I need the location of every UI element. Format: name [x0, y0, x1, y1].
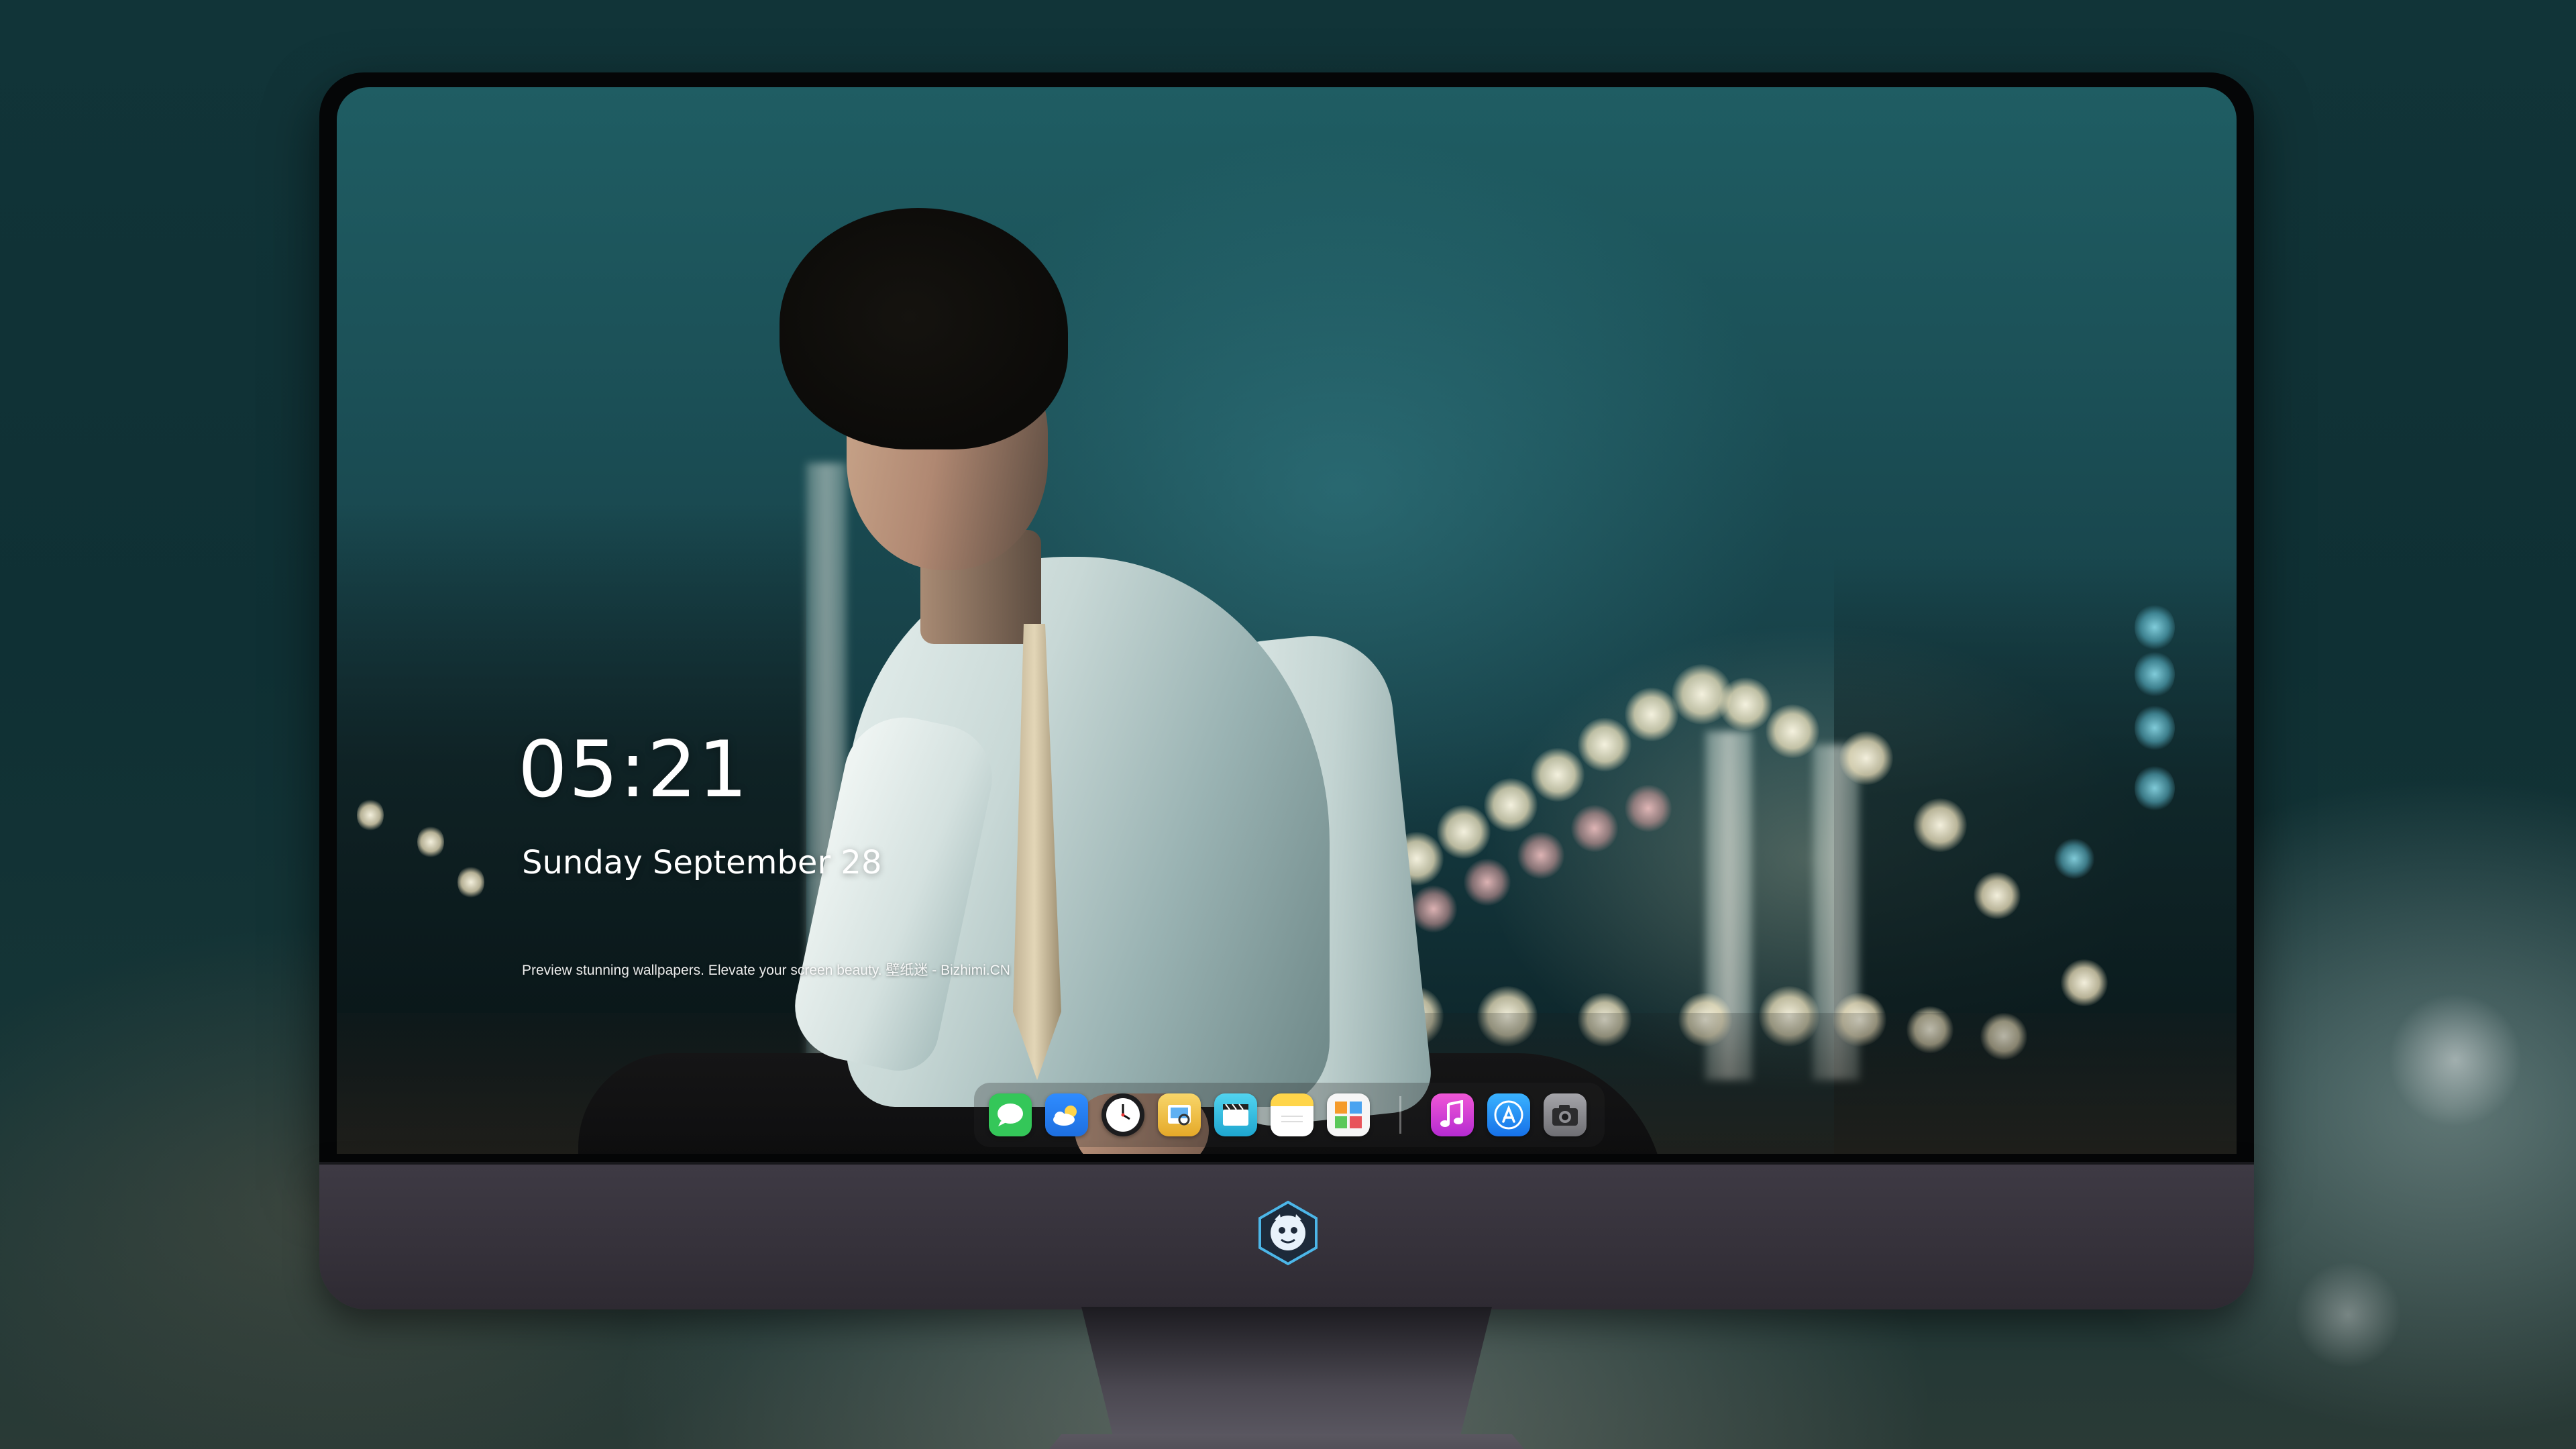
lockscreen-time: 05:21 — [518, 724, 749, 815]
mascot-logo-icon — [1254, 1199, 1322, 1267]
wallpaper-caption: Preview stunning wallpapers. Elevate you… — [522, 963, 1010, 978]
weather-icon[interactable] — [1045, 1093, 1088, 1136]
clock-icon[interactable] — [1102, 1093, 1144, 1136]
notes-icon[interactable] — [1271, 1093, 1313, 1136]
video-editor-icon[interactable] — [1214, 1093, 1257, 1136]
app-store-icon[interactable] — [1487, 1093, 1530, 1136]
wallpaper-person — [337, 87, 2237, 1154]
music-icon[interactable] — [1431, 1093, 1474, 1136]
background-bokeh — [2388, 993, 2522, 1127]
lock-screen[interactable]: 05:21 Sunday September 28 Preview stunni… — [337, 87, 2237, 1154]
monitor-stand — [1081, 1307, 1492, 1441]
preview-icon[interactable] — [1158, 1093, 1201, 1136]
background-bokeh — [2294, 1261, 2402, 1368]
photo-gallery-icon[interactable] — [1327, 1093, 1370, 1136]
monitor-stand-base — [990, 1434, 1583, 1449]
desktop-background: 05:21 Sunday September 28 Preview stunni… — [0, 0, 2576, 1449]
dock-separator — [1399, 1096, 1401, 1134]
imac-monitor: 05:21 Sunday September 28 Preview stunni… — [319, 72, 2254, 1449]
dock — [974, 1083, 1605, 1147]
messages-icon[interactable] — [989, 1093, 1032, 1136]
camera-icon[interactable] — [1544, 1093, 1587, 1136]
person-hair — [780, 208, 1068, 449]
lockscreen-date: Sunday September 28 — [522, 844, 882, 881]
